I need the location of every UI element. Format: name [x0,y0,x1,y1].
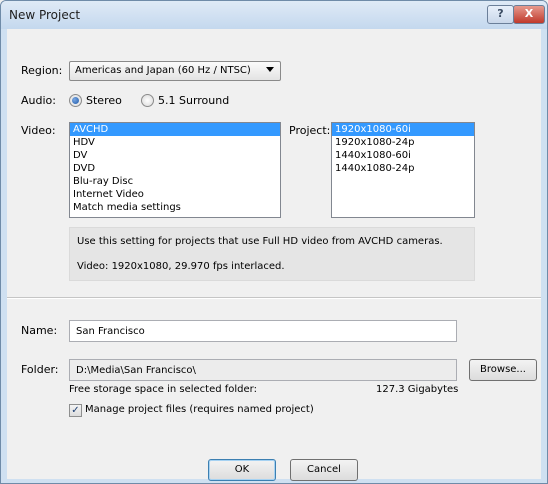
cancel-button[interactable]: Cancel [290,459,358,481]
ok-button[interactable]: OK [208,459,276,481]
name-label: Name: [21,324,58,337]
free-storage-label: Free storage space in selected folder: [69,384,257,395]
new-project-dialog: New Project ? X Region: Americas and Jap… [0,0,548,484]
region-selected-value: Americas and Japan (60 Hz / NTSC) [75,65,251,76]
folder-input[interactable] [70,360,456,380]
name-input[interactable] [70,321,456,341]
folder-label: Folder: [21,363,59,376]
video-item-dvd[interactable]: DVD [70,162,280,175]
video-item-match-media[interactable]: Match media settings [70,201,280,214]
section-divider [7,297,541,299]
description-line-1: Use this setting for projects that use F… [77,236,443,247]
free-storage-value: 127.3 Gigabytes [376,384,459,395]
manage-files-label[interactable]: Manage project files (requires named pro… [85,404,314,415]
region-dropdown[interactable]: Americas and Japan (60 Hz / NTSC) [69,61,281,81]
video-item-avchd[interactable]: AVCHD [70,123,280,136]
video-label: Video: [21,124,56,137]
stereo-label[interactable]: Stereo [86,94,122,107]
region-label: Region: [21,64,63,77]
project-item-1440-60i[interactable]: 1440x1080-60i [332,149,474,162]
video-item-dv[interactable]: DV [70,149,280,162]
dropdown-arrow-icon [266,67,274,72]
description-panel: Use this setting for projects that use F… [69,227,475,281]
description-line-2: Video: 1920x1080, 29.970 fps interlaced. [77,261,285,272]
surround-label[interactable]: 5.1 Surround [158,94,229,107]
name-field[interactable] [69,320,457,342]
help-button[interactable]: ? [487,5,514,24]
dialog-title: New Project [9,8,81,22]
close-button[interactable]: X [513,5,545,24]
project-listbox[interactable]: 1920x1080-60i 1920x1080-24p 1440x1080-60… [331,122,475,218]
folder-field[interactable] [69,359,457,381]
stereo-radio[interactable] [69,94,82,107]
manage-files-checkbox[interactable]: ✓ [69,404,82,417]
video-item-internet[interactable]: Internet Video [70,188,280,201]
project-item-1440-24p[interactable]: 1440x1080-24p [332,162,474,175]
dialog-body: Region: Americas and Japan (60 Hz / NTSC… [7,29,541,481]
project-item-1920-24p[interactable]: 1920x1080-24p [332,136,474,149]
project-label: Project: [289,124,331,137]
browse-button[interactable]: Browse... [469,359,537,381]
audio-label: Audio: [21,94,56,107]
video-item-bluray[interactable]: Blu-ray Disc [70,175,280,188]
surround-radio[interactable] [141,94,154,107]
video-item-hdv[interactable]: HDV [70,136,280,149]
video-listbox[interactable]: AVCHD HDV DV DVD Blu-ray Disc Internet V… [69,122,281,218]
title-bar[interactable]: New Project ? X [1,1,547,29]
project-item-1920-60i[interactable]: 1920x1080-60i [332,123,474,136]
